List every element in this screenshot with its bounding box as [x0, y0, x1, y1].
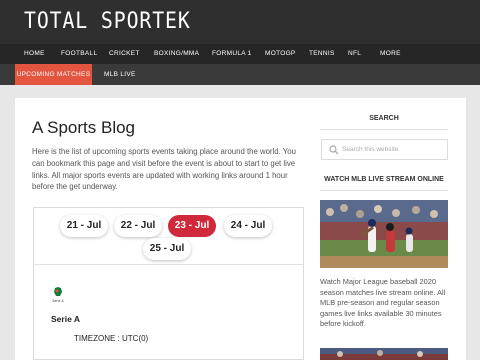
mlb-description: Watch Major League baseball 2020 season … [320, 277, 446, 329]
date-tab-24-jul[interactable]: 24 - Jul [224, 215, 272, 237]
nav-item-tennis[interactable]: TENNIS [309, 44, 335, 64]
date-tab-23-jul[interactable]: 23 - Jul [168, 215, 216, 237]
timezone-label: TIMEZONE : UTC(0) [74, 334, 149, 343]
date-tab-21-jul[interactable]: 21 - Jul [60, 215, 108, 237]
nav-item-more[interactable]: MORE [380, 44, 401, 64]
mlb-heading: WATCH MLB LIVE STREAM ONLINE [324, 176, 444, 183]
site-header: TOTAL SPORTEK [0, 0, 480, 44]
site-title[interactable]: TOTAL SPORTEK [24, 9, 191, 34]
mlb-heading-rule [320, 190, 448, 191]
secondary-nav: UPCOMING MATCHES MLB LIVE [0, 64, 480, 85]
date-selector: 21 - Jul 22 - Jul 23 - Jul 24 - Jul 25 -… [34, 208, 305, 264]
nav-item-boxing-mma[interactable]: BOXING/MMA [154, 44, 199, 64]
search-heading: SEARCH [369, 115, 399, 122]
subnav-item-upcoming-matches[interactable]: UPCOMING MATCHES [15, 64, 92, 85]
events-widget: 21 - Jul 22 - Jul 23 - Jul 24 - Jul 25 -… [33, 207, 304, 360]
sidebar-second-image[interactable] [320, 348, 448, 360]
serie-a-logo-icon: Serie A [51, 286, 65, 304]
nav-item-formula-1[interactable]: FORMULA 1 [212, 44, 252, 64]
nav-item-motogp[interactable]: MOTOGP [265, 44, 296, 64]
nav-item-football[interactable]: FOOTBALL [61, 44, 97, 64]
intro-text: Here is the list of upcoming sports even… [32, 147, 296, 192]
nav-item-home[interactable]: HOME [24, 44, 45, 64]
subnav-item-mlb-live[interactable]: MLB LIVE [96, 64, 144, 85]
search-input[interactable] [342, 142, 442, 157]
search-heading-rule [320, 129, 448, 130]
nav-item-cricket[interactable]: CRICKET [109, 44, 140, 64]
search-icon[interactable] [329, 145, 339, 155]
date-tab-22-jul[interactable]: 22 - Jul [114, 215, 162, 237]
main-nav: HOME FOOTBALL CRICKET BOXING/MMA FORMULA… [0, 44, 480, 64]
search-box[interactable] [321, 139, 448, 160]
mlb-baseball-image[interactable] [320, 200, 448, 268]
date-tab-25-jul[interactable]: 25 - Jul [143, 238, 191, 260]
page-title: A Sports Blog [32, 118, 136, 137]
league-name[interactable]: Serie A [51, 314, 80, 324]
date-divider [34, 264, 303, 265]
serie-a-logo-text: Serie A [52, 299, 64, 303]
nav-item-nfl[interactable]: NFL [348, 44, 361, 64]
